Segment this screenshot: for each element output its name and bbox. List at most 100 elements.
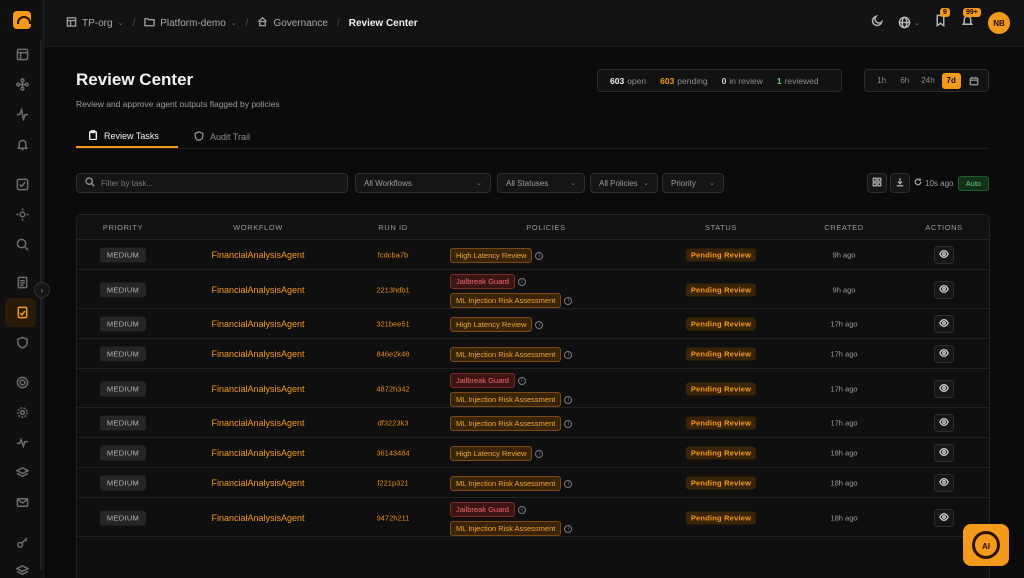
app-logo[interactable] <box>13 11 31 29</box>
breadcrumb-project[interactable]: Platform-demo ⌄ <box>144 16 237 30</box>
policy-filter[interactable]: All Policies ⌄ <box>590 173 658 193</box>
table-row[interactable]: MEDIUM FinancialAnalysisAgent 2213hdb1 Pend… <box>77 270 989 309</box>
priority-filter[interactable]: Priority ⌄ <box>662 173 724 193</box>
column-header-workflow[interactable]: WORKFLOW <box>233 223 283 232</box>
review-center-icon[interactable] <box>12 302 32 322</box>
view-button[interactable] <box>934 379 954 398</box>
bookmark-button[interactable]: 9 <box>934 8 950 32</box>
workflow-link[interactable]: FinancialAnalysisAgent <box>211 384 304 394</box>
table-row[interactable]: MEDIUM FinancialAnalysisAgent 9472h211 Pend… <box>77 498 989 537</box>
table-row[interactable]: MEDIUM FinancialAnalysisAgent f221p321 Pend… <box>77 468 989 498</box>
search-input[interactable] <box>101 178 331 188</box>
shield-icon[interactable] <box>12 332 32 352</box>
policy-tag[interactable]: ML Injection Risk Assessment <box>450 293 562 308</box>
run-id-link[interactable]: 36143484 <box>376 449 409 458</box>
policy-tag[interactable]: ML Injection Risk Assessment <box>450 392 562 407</box>
range-1h[interactable]: 1h <box>872 73 891 89</box>
tab-review-tasks[interactable]: Review Tasks <box>76 125 178 148</box>
workflow-icon[interactable] <box>12 74 32 94</box>
workflow-filter[interactable]: All Workflows ⌄ <box>355 173 491 193</box>
table-row[interactable]: MEDIUM FinancialAnalysisAgent 321bee51 Pend… <box>77 309 989 339</box>
target-icon[interactable] <box>12 372 32 392</box>
column-header-policies[interactable]: POLICIES <box>526 223 565 232</box>
workflow-link[interactable]: FinancialAnalysisAgent <box>211 250 304 260</box>
info-icon[interactable]: i <box>564 524 573 533</box>
info-icon[interactable]: i <box>564 395 573 404</box>
info-icon[interactable]: i <box>517 505 526 514</box>
table-row[interactable]: MEDIUM FinancialAnalysisAgent 4872h342 Pend… <box>77 369 989 408</box>
avatar[interactable]: NB <box>988 12 1010 34</box>
refresh-indicator[interactable]: 10s ago <box>914 178 953 188</box>
run-id-link[interactable]: 2213hdb1 <box>376 285 409 294</box>
view-button[interactable] <box>934 345 954 363</box>
language-selector[interactable]: ⌄ <box>898 16 920 31</box>
key-icon[interactable] <box>12 532 32 552</box>
info-icon[interactable]: i <box>535 449 544 458</box>
tab-audit-trail[interactable]: Audit Trail <box>182 125 262 148</box>
breadcrumb-org[interactable]: TP-org ⌄ <box>66 16 123 30</box>
range-24h[interactable]: 24h <box>918 73 937 89</box>
bell-icon[interactable] <box>12 134 32 154</box>
column-header-created[interactable]: CREATED <box>824 223 863 232</box>
workflow-link[interactable]: FinancialAnalysisAgent <box>211 418 304 428</box>
policy-tag[interactable]: ML Injection Risk Assessment <box>450 416 562 431</box>
range-6h[interactable]: 6h <box>895 73 914 89</box>
pulse-icon[interactable] <box>12 432 32 452</box>
policy-tag[interactable]: Jailbreak Guard <box>450 274 515 289</box>
run-id-link[interactable]: f221p321 <box>377 479 408 488</box>
workflow-link[interactable]: FinancialAnalysisAgent <box>211 319 304 329</box>
checklist-icon[interactable] <box>12 174 32 194</box>
ai-assistant-button[interactable]: AI <box>963 524 1009 566</box>
policy-tag[interactable]: ML Injection Risk Assessment <box>450 521 562 536</box>
moon-icon[interactable] <box>871 14 884 32</box>
view-button[interactable] <box>934 246 954 264</box>
calendar-icon[interactable] <box>965 73 984 89</box>
workflow-link[interactable]: FinancialAnalysisAgent <box>211 448 304 458</box>
column-header-priority[interactable]: PRIORITY <box>103 223 143 232</box>
run-id-link[interactable]: 9472h211 <box>377 513 410 522</box>
info-icon[interactable]: i <box>517 376 526 385</box>
activity-icon[interactable] <box>12 104 32 124</box>
auto-refresh-toggle[interactable]: Auto <box>958 176 989 191</box>
stack-icon[interactable] <box>12 560 32 578</box>
grid-view-button[interactable] <box>867 173 887 193</box>
workflow-link[interactable]: FinancialAnalysisAgent <box>211 349 304 359</box>
info-icon[interactable]: i <box>517 277 526 286</box>
column-header-actions[interactable]: ACTIONS <box>925 223 963 232</box>
table-row[interactable]: MEDIUM FinancialAnalysisAgent df3223k3 Pend… <box>77 408 989 438</box>
status-filter[interactable]: All Statuses ⌄ <box>497 173 585 193</box>
download-button[interactable] <box>890 173 910 193</box>
view-button[interactable] <box>934 280 954 299</box>
document-icon[interactable] <box>12 272 32 292</box>
range-7d[interactable]: 7d <box>941 72 961 89</box>
layout-icon[interactable] <box>12 44 32 64</box>
run-id-link[interactable]: 321bee51 <box>376 320 409 329</box>
policy-tag[interactable]: High Latency Review <box>450 248 533 263</box>
view-button[interactable] <box>934 315 954 333</box>
workflow-link[interactable]: FinancialAnalysisAgent <box>211 285 304 295</box>
table-row[interactable]: MEDIUM FinancialAnalysisAgent fcdcba7b Pend… <box>77 240 989 270</box>
breadcrumb-section[interactable]: Governance <box>257 16 328 30</box>
settings-icon[interactable] <box>12 402 32 422</box>
policy-tag[interactable]: High Latency Review <box>450 446 533 461</box>
workflow-link[interactable]: FinancialAnalysisAgent <box>211 513 304 523</box>
table-row[interactable]: MEDIUM FinancialAnalysisAgent 36143484 Pend… <box>77 438 989 468</box>
view-button[interactable] <box>934 444 954 462</box>
column-header-run-id[interactable]: RUN ID <box>378 223 407 232</box>
run-id-link[interactable]: 4872h342 <box>376 384 409 393</box>
table-row[interactable]: MEDIUM FinancialAnalysisAgent 846e2k48 Pend… <box>77 339 989 369</box>
info-icon[interactable]: i <box>535 251 544 260</box>
sidebar-collapse-toggle[interactable]: › <box>34 282 50 298</box>
sun-icon[interactable] <box>12 204 32 224</box>
workflow-link[interactable]: FinancialAnalysisAgent <box>211 478 304 488</box>
policy-tag[interactable]: Jailbreak Guard <box>450 373 515 388</box>
view-button[interactable] <box>934 474 954 492</box>
layers-icon[interactable] <box>12 462 32 482</box>
info-icon[interactable]: i <box>564 419 573 428</box>
notifications-button[interactable]: 99+ <box>961 8 981 32</box>
info-icon[interactable]: i <box>564 296 573 305</box>
policy-tag[interactable]: Jailbreak Guard <box>450 502 515 517</box>
policy-tag[interactable]: High Latency Review <box>450 317 533 332</box>
view-button[interactable] <box>934 508 954 527</box>
info-icon[interactable]: i <box>564 350 573 359</box>
